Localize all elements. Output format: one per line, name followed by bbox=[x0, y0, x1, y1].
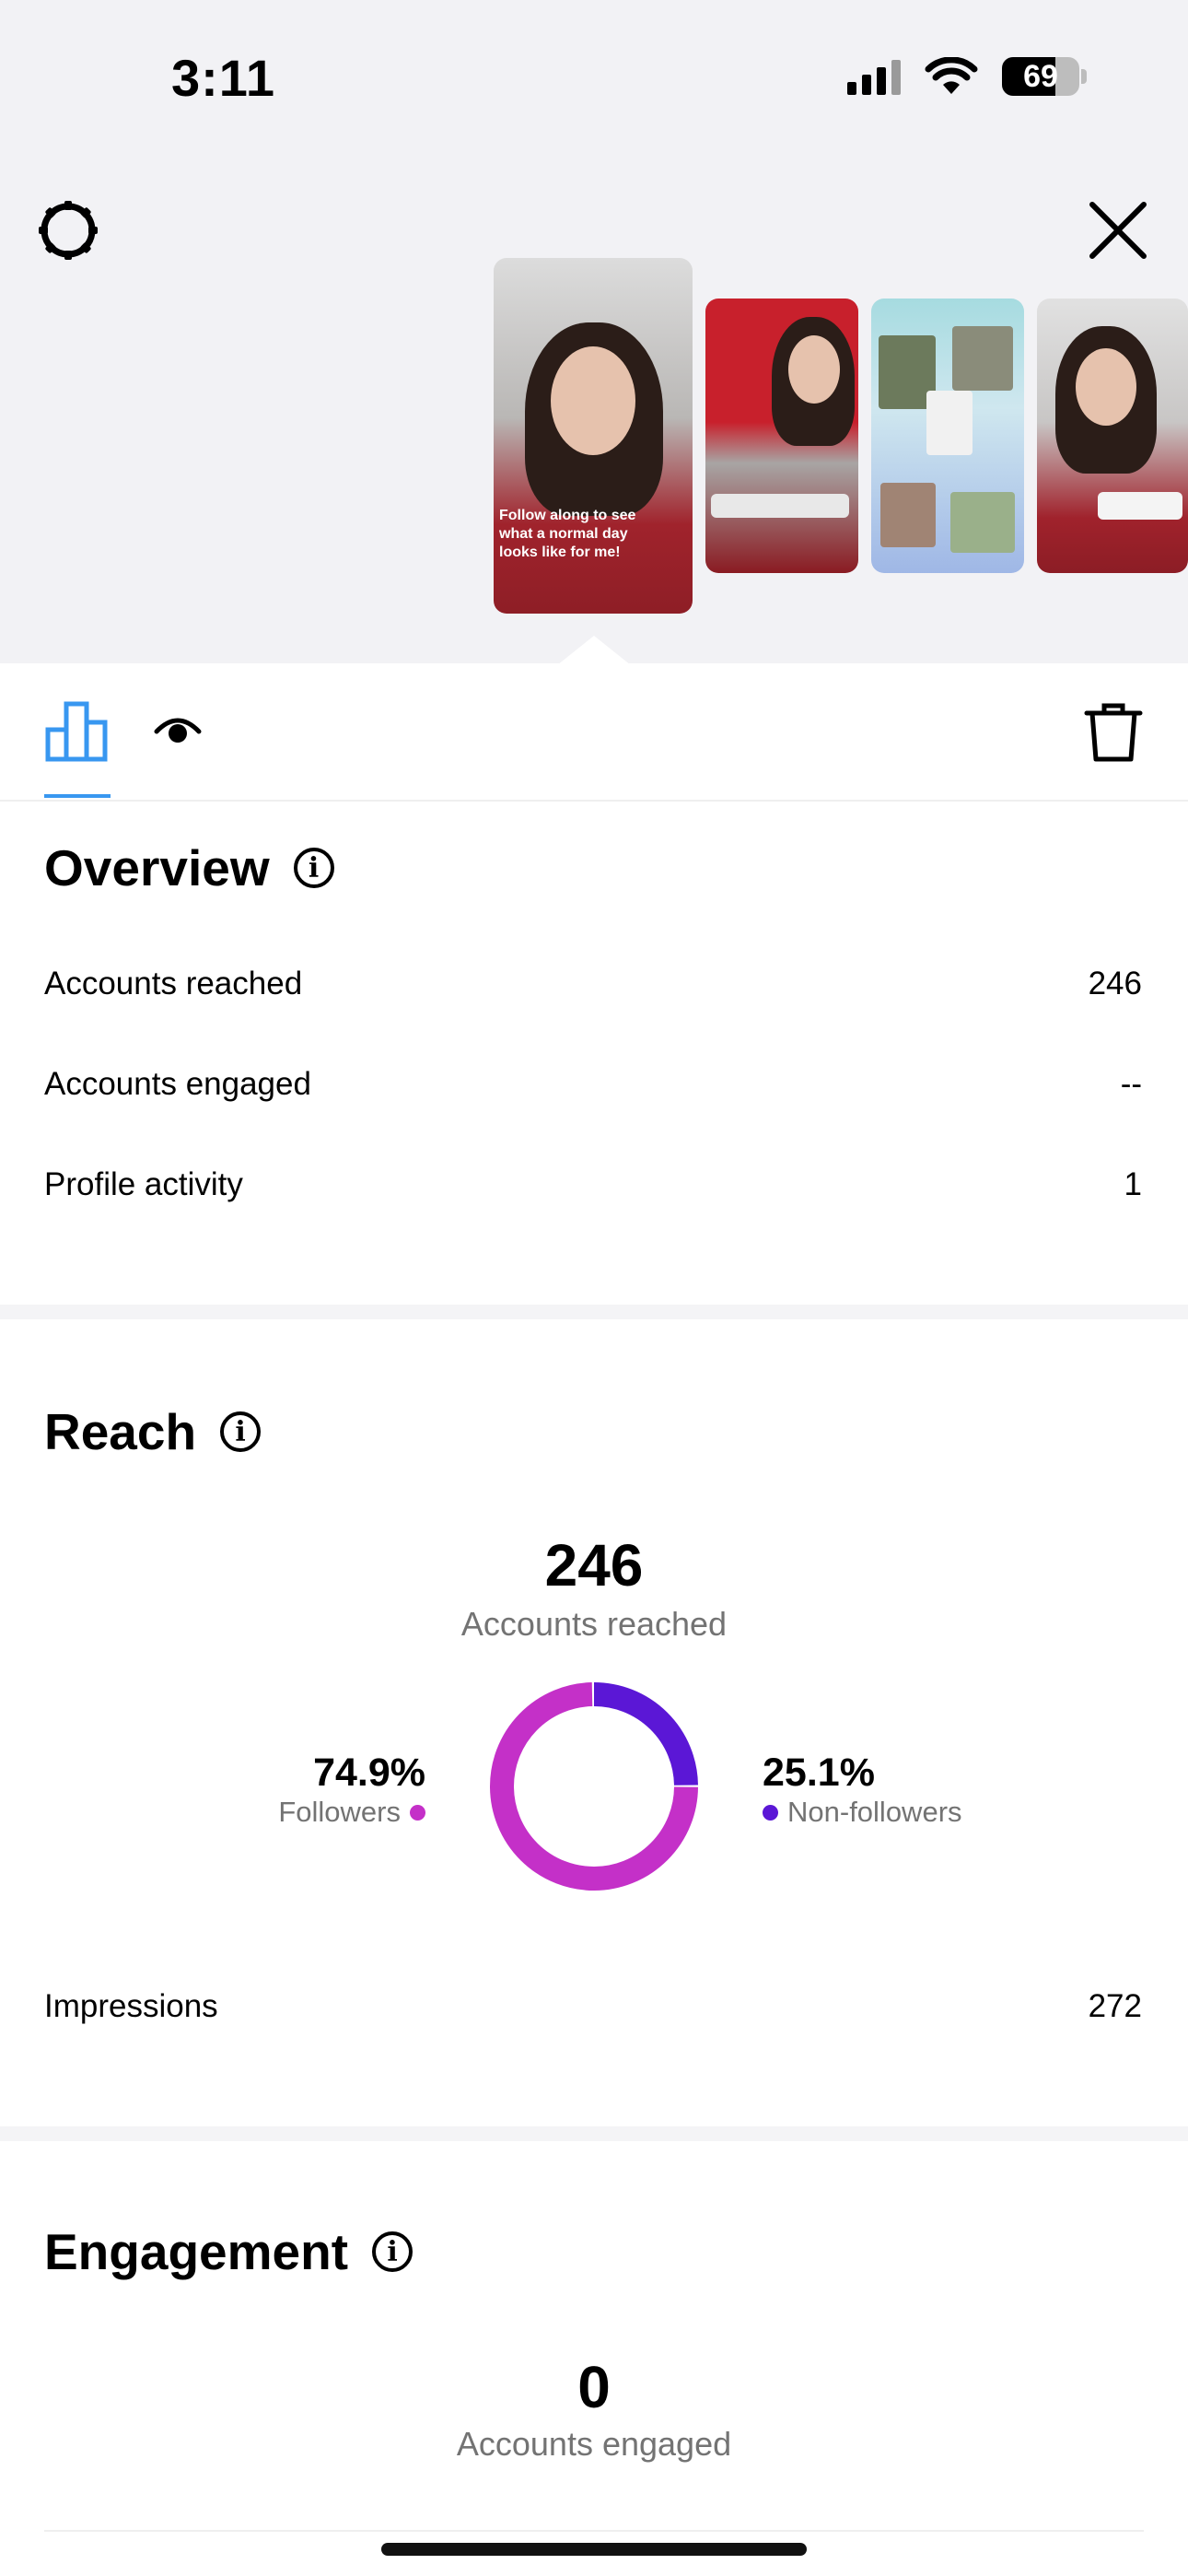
status-time: 3:11 bbox=[171, 49, 275, 107]
story-thumbnail[interactable] bbox=[871, 299, 1024, 573]
row-label: Accounts reached bbox=[44, 966, 303, 1001]
section-divider bbox=[0, 1305, 1188, 1319]
impressions-label: Impressions bbox=[44, 1988, 218, 2024]
nonfollowers-stat: 25.1% Non-followers bbox=[763, 1751, 962, 1829]
overview-row: Accounts engaged -- bbox=[44, 1066, 1142, 1103]
battery-indicator: 69 bbox=[1002, 57, 1079, 96]
bar-chart-icon bbox=[45, 701, 108, 762]
engagement-total-label: Accounts engaged bbox=[456, 2425, 732, 2463]
tab-viewers[interactable] bbox=[153, 711, 203, 752]
close-button[interactable] bbox=[1083, 195, 1153, 265]
reach-donut-chart bbox=[490, 1682, 698, 1891]
followers-legend-dot bbox=[410, 1804, 425, 1821]
battery-percent: 69 bbox=[1023, 58, 1058, 94]
followers-label: Followers bbox=[278, 1796, 401, 1828]
impressions-value: 272 bbox=[1088, 1988, 1142, 2024]
section-bottom-line bbox=[44, 2530, 1144, 2532]
story-thumbnail[interactable] bbox=[705, 299, 858, 573]
nonfollowers-percent: 25.1% bbox=[763, 1751, 875, 1795]
story-thumbnail-selected[interactable]: Follow along to see what a normal day lo… bbox=[494, 258, 693, 614]
section-divider bbox=[0, 2126, 1188, 2141]
delete-button[interactable] bbox=[1083, 700, 1144, 765]
followers-stat: 74.9% Followers bbox=[278, 1751, 425, 1829]
followers-percent: 74.9% bbox=[313, 1751, 425, 1795]
reach-title: Reach bbox=[44, 1403, 197, 1460]
story-thumbnail[interactable] bbox=[1037, 299, 1188, 573]
row-value: 246 bbox=[1088, 966, 1142, 1001]
close-icon bbox=[1089, 202, 1147, 259]
tab-insights[interactable] bbox=[44, 698, 111, 763]
settings-button[interactable] bbox=[33, 195, 103, 265]
overview-row: Profile activity 1 bbox=[44, 1166, 1142, 1203]
story-caption: Follow along to see what a normal day lo… bbox=[499, 508, 636, 560]
reach-total: 246 bbox=[544, 1532, 644, 1598]
impressions-row: Impressions 272 bbox=[44, 1988, 1142, 2025]
status-icons: 69 bbox=[847, 57, 1087, 96]
reach-total-label: Accounts reached bbox=[460, 1605, 728, 1643]
info-icon[interactable]: i bbox=[220, 1411, 262, 1452]
row-value: -- bbox=[1120, 1066, 1142, 1102]
donut-slice-non-followers bbox=[593, 1682, 698, 1786]
wifi-icon bbox=[925, 57, 978, 94]
engagement-heading: Engagement i bbox=[44, 2222, 413, 2281]
nonfollowers-label: Non-followers bbox=[787, 1796, 962, 1828]
eye-icon bbox=[154, 718, 202, 743]
overview-row: Accounts reached 246 bbox=[44, 966, 1142, 1002]
trash-icon bbox=[1084, 703, 1143, 762]
info-icon[interactable]: i bbox=[372, 2231, 413, 2272]
overview-heading: Overview i bbox=[44, 838, 334, 897]
gear-icon bbox=[39, 201, 98, 260]
reach-heading: Reach i bbox=[44, 1402, 262, 1461]
active-tab-indicator bbox=[44, 794, 111, 798]
selection-pointer bbox=[557, 636, 631, 665]
story-thumbnails: Follow along to see what a normal day lo… bbox=[494, 258, 1188, 623]
nonfollowers-legend-dot bbox=[763, 1804, 778, 1821]
cellular-signal-icon bbox=[847, 58, 901, 95]
overview-title: Overview bbox=[44, 839, 270, 896]
engagement-total: 0 bbox=[577, 2354, 611, 2420]
home-indicator[interactable] bbox=[381, 2543, 807, 2556]
row-label: Profile activity bbox=[44, 1166, 243, 1202]
info-icon[interactable]: i bbox=[293, 848, 334, 888]
row-label: Accounts engaged bbox=[44, 1066, 311, 1102]
engagement-title: Engagement bbox=[44, 2223, 349, 2280]
row-value: 1 bbox=[1124, 1166, 1142, 1202]
